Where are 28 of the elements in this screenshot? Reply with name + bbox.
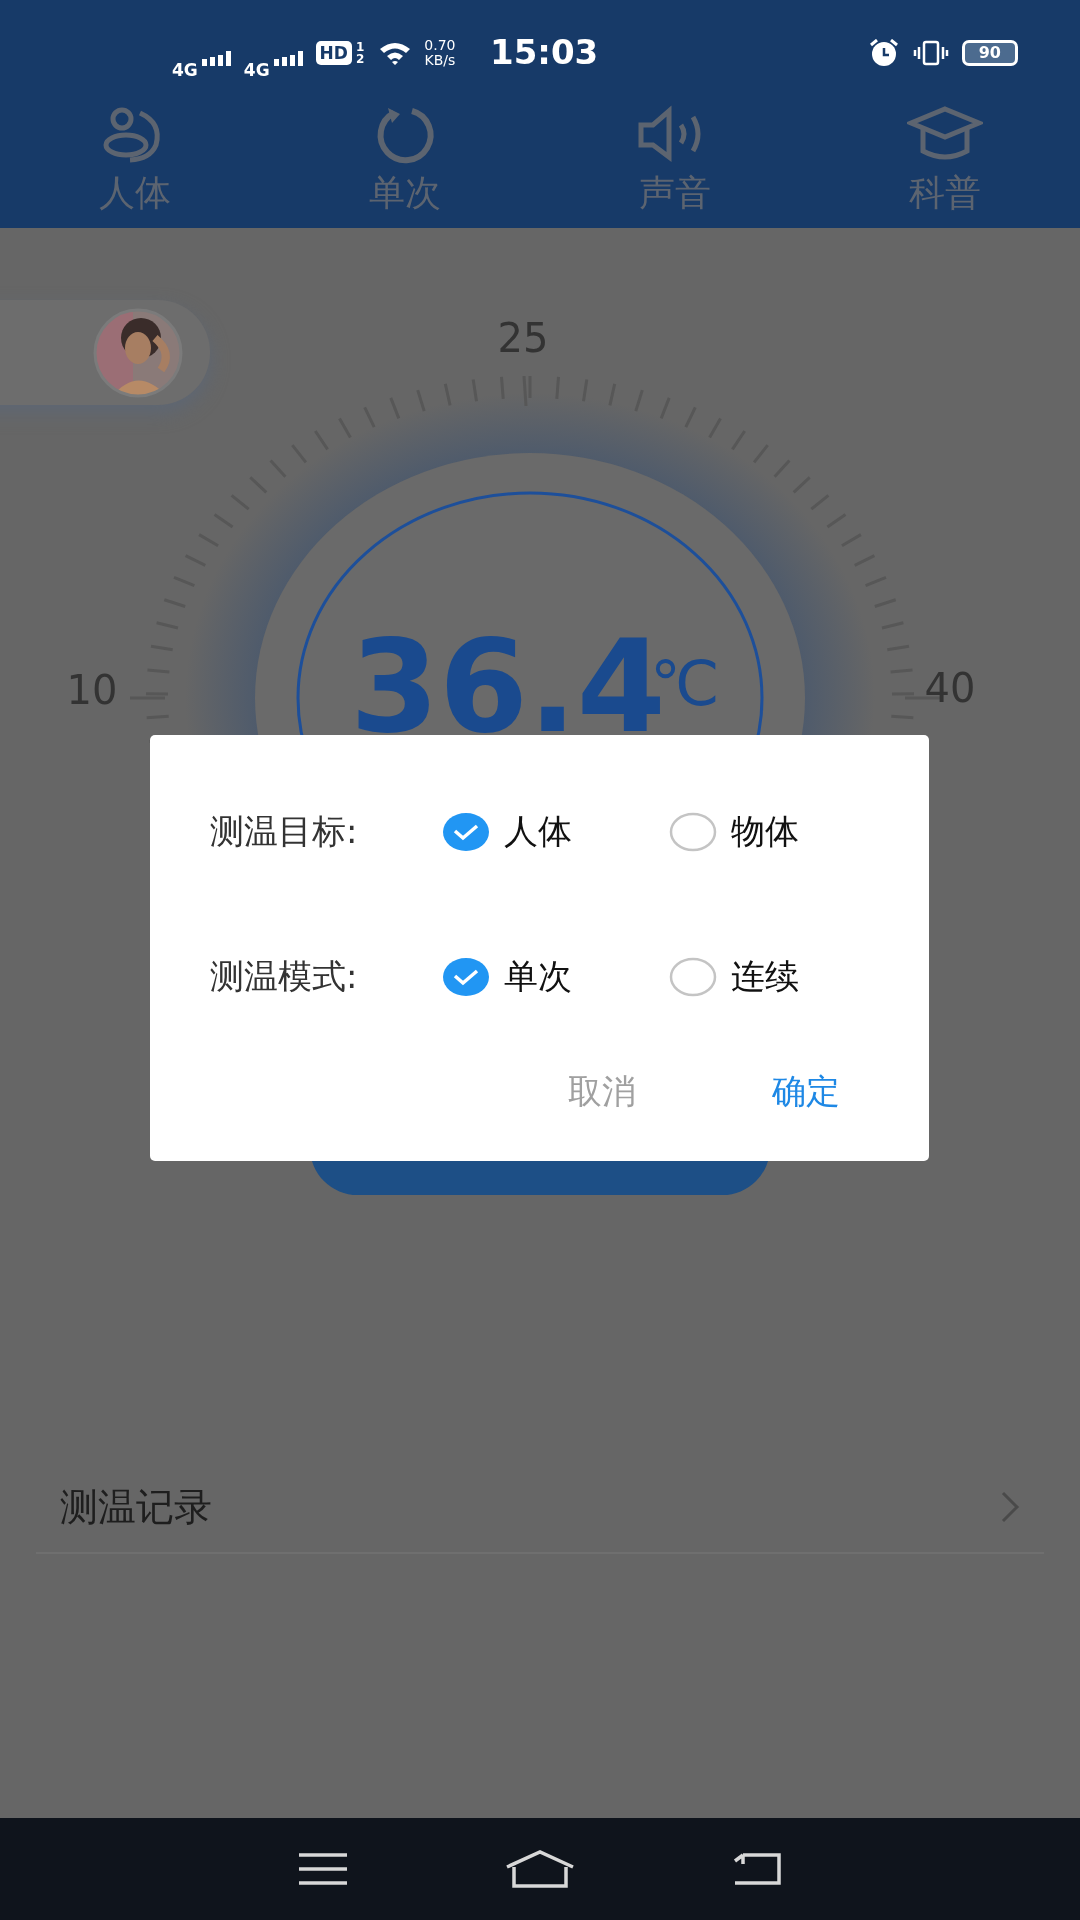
records-row[interactable]: 测温记录	[0, 1462, 1080, 1552]
sim-number: 1	[355, 40, 365, 53]
field-label: 测温模式:	[210, 955, 359, 998]
network-label: 4G	[243, 60, 270, 80]
vibrate-icon	[911, 39, 950, 66]
network-label: 4G	[172, 60, 198, 80]
radio-option[interactable]: 连续	[669, 954, 896, 1000]
clock: 15:03	[490, 32, 599, 72]
chevron-right-icon	[1000, 1490, 1020, 1524]
tab[interactable]: 科普	[810, 105, 1080, 228]
field-label: 测温目标:	[210, 810, 359, 853]
hd-badge: HD	[315, 40, 352, 65]
avatar-card[interactable]	[0, 300, 210, 405]
speed-value: 0.70	[424, 37, 456, 53]
home-icon[interactable]	[504, 1849, 576, 1889]
tab[interactable]: 人体	[0, 105, 270, 228]
sim-number: 2	[355, 52, 365, 65]
menu-icon[interactable]	[297, 1852, 350, 1886]
radio-option[interactable]: 人体	[442, 809, 669, 855]
speed-unit: KB/s	[424, 52, 456, 68]
radio-option[interactable]: 单次	[442, 954, 669, 1000]
tab[interactable]: 单次	[270, 105, 540, 228]
battery-indicator: 90	[961, 39, 1018, 66]
radio-option[interactable]: 物体	[669, 809, 896, 855]
alarm-icon	[867, 38, 900, 67]
cancel-button[interactable]: 取消	[560, 1065, 644, 1119]
confirm-button[interactable]: 确定	[764, 1065, 848, 1119]
tab[interactable]: 声音	[540, 105, 810, 228]
